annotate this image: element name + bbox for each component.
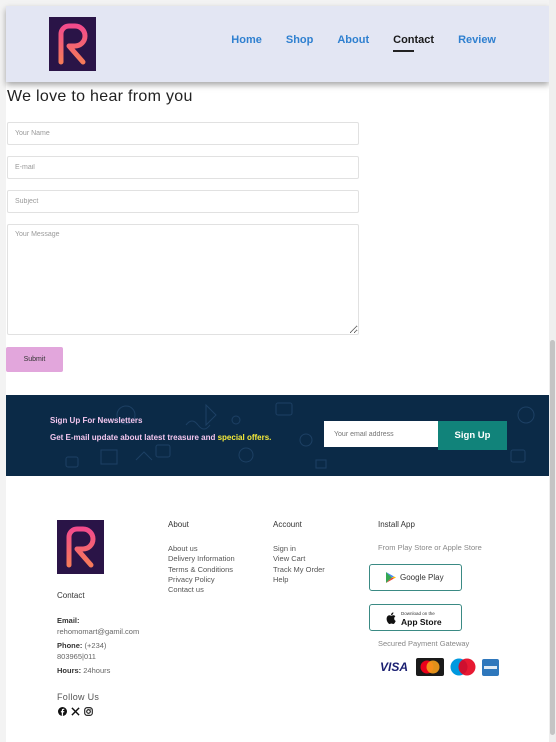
logo-r-icon <box>66 526 95 568</box>
contact-us-link[interactable]: Contact us <box>168 585 235 595</box>
newsletter-highlight: special offers. <box>217 433 272 442</box>
phone-info: Phone: (+234) 803965|011 <box>57 641 106 662</box>
newsletter-subtitle-text: Get E-mail update about latest treasure … <box>50 433 218 442</box>
contact-heading: Contact <box>57 591 85 600</box>
hours-value: 24hours <box>83 666 111 675</box>
about-us-link[interactable]: About us <box>168 544 235 554</box>
footer-install-column: Install App From Play Store or Apple Sto… <box>378 520 482 552</box>
phone-label: Phone: <box>57 641 83 650</box>
newsletter-subtitle: Get E-mail update about latest treasure … <box>50 433 271 442</box>
delivery-info-link[interactable]: Delivery Information <box>168 554 235 564</box>
email-value: rehomomart@gamil.com <box>57 626 140 636</box>
app-store-label: App Store <box>401 616 442 627</box>
hours-label: Hours: <box>57 666 82 675</box>
maestro-icon <box>448 658 478 676</box>
visa-text: VISA <box>379 660 408 674</box>
payment-heading: Secured Payment Gateway <box>378 639 470 648</box>
instagram-icon[interactable] <box>83 706 93 716</box>
name-input[interactable] <box>7 122 359 145</box>
google-play-icon <box>386 572 396 583</box>
install-subtitle: From Play Store or Apple Store <box>378 543 482 552</box>
follow-us-label: Follow Us <box>57 692 100 702</box>
mastercard-icon <box>416 658 444 676</box>
footer-logo[interactable] <box>57 520 104 574</box>
sign-in-link[interactable]: Sign in <box>273 544 325 554</box>
scrollbar-thumb[interactable] <box>550 340 555 735</box>
site-header: Home Shop About Contact Review <box>6 6 549 82</box>
view-cart-link[interactable]: View Cart <box>273 554 325 564</box>
subject-input[interactable] <box>7 190 359 213</box>
newsletter-email-input[interactable] <box>324 421 438 447</box>
phone-value-2: 803965|011 <box>57 651 96 661</box>
nav-about[interactable]: About <box>337 34 369 46</box>
install-app-heading: Install App <box>378 520 415 529</box>
email-label: Email: <box>57 616 80 625</box>
app-store-button[interactable]: Download on the App Store <box>369 604 462 631</box>
email-input[interactable] <box>7 156 359 179</box>
hours-info: Hours: 24hours <box>57 666 110 677</box>
amex-icon <box>482 658 499 676</box>
email-info: Email: rehomomart@gamil.com <box>57 616 139 637</box>
newsletter-title: Sign Up For Newsletters <box>50 416 143 425</box>
about-heading: About <box>168 520 189 529</box>
signup-button[interactable]: Sign Up <box>438 421 507 450</box>
apple-icon <box>386 611 396 624</box>
newsletter-banner: Sign Up For Newsletters Get E-mail updat… <box>6 395 549 476</box>
nav-home[interactable]: Home <box>231 34 262 46</box>
footer-about-column: About About us Delivery Information Term… <box>168 520 235 595</box>
phone-value-1: (+234) <box>84 641 107 650</box>
nav-contact[interactable]: Contact <box>393 34 434 52</box>
google-play-label: Google Play <box>400 573 444 582</box>
window-frame-left <box>0 0 6 742</box>
social-links <box>57 706 93 716</box>
scrollbar-track[interactable] <box>549 0 556 742</box>
logo-r-icon <box>58 23 87 65</box>
x-icon[interactable] <box>70 706 80 716</box>
help-link[interactable]: Help <box>273 575 325 585</box>
terms-link[interactable]: Terms & Conditions <box>168 565 235 575</box>
submit-button[interactable]: Submit <box>6 347 63 372</box>
logo[interactable] <box>49 17 96 71</box>
privacy-link[interactable]: Privacy Policy <box>168 575 235 585</box>
footer-account-column: Account Sign in View Cart Track My Order… <box>273 520 325 585</box>
visa-icon: VISA <box>378 658 410 676</box>
app-store-text: Download on the App Store <box>401 609 442 627</box>
account-heading: Account <box>273 520 302 529</box>
form-title: We love to hear from you <box>7 88 193 105</box>
facebook-icon[interactable] <box>57 706 67 716</box>
nav-shop[interactable]: Shop <box>286 34 314 46</box>
track-order-link[interactable]: Track My Order <box>273 565 325 575</box>
google-play-button[interactable]: Google Play <box>369 564 462 591</box>
nav-review[interactable]: Review <box>458 34 496 46</box>
main-nav: Home Shop About Contact Review <box>207 34 496 52</box>
message-textarea[interactable] <box>7 224 359 335</box>
